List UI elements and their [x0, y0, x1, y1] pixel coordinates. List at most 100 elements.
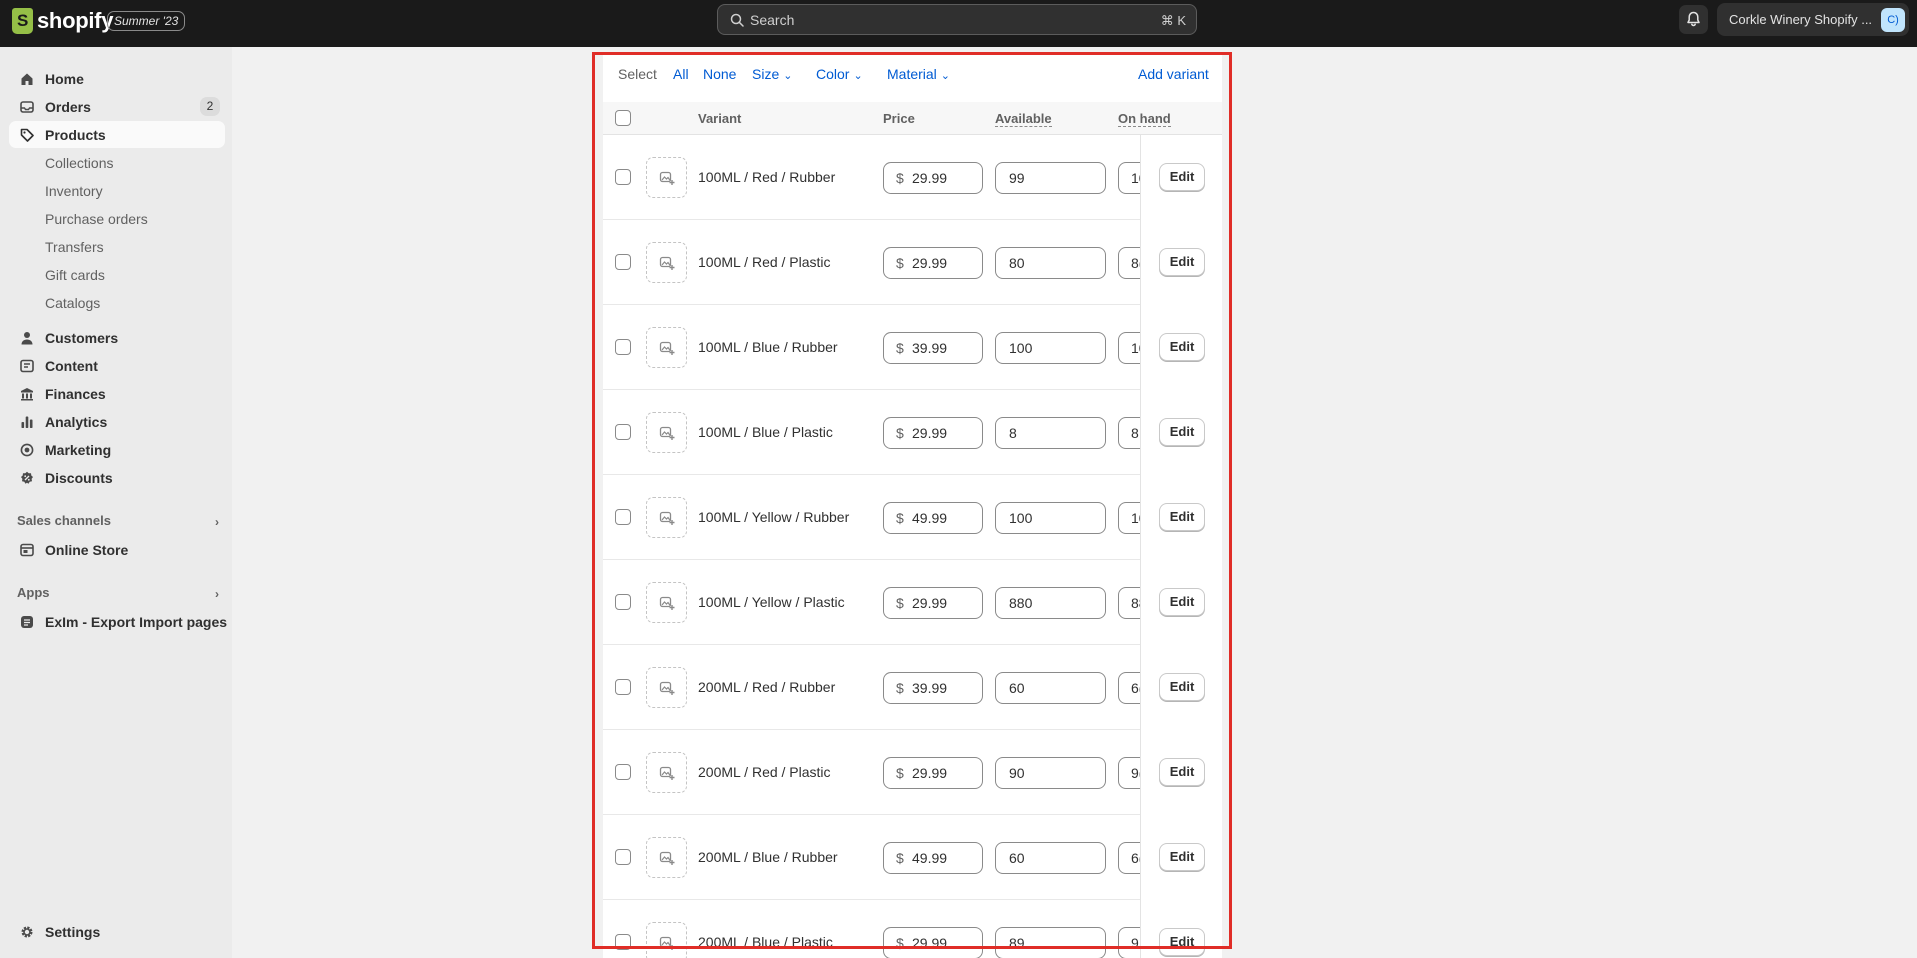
table-row[interactable]: 100ML / Blue / Rubber $39.99 100 10	[603, 305, 1222, 390]
edit-variant-button[interactable]: Edit	[1159, 418, 1205, 446]
table-row[interactable]: 200ML / Red / Plastic $29.99 90 9(	[603, 730, 1222, 815]
sidebar-item-gift-cards[interactable]: Gift cards	[9, 261, 225, 288]
edit-variant-button[interactable]: Edit	[1159, 333, 1205, 361]
variant-name[interactable]: 200ML / Blue / Plastic	[698, 934, 833, 950]
available-input[interactable]: 880	[995, 587, 1106, 619]
variant-name[interactable]: 100ML / Yellow / Plastic	[698, 594, 845, 610]
on-hand-input[interactable]: 8(	[1118, 247, 1140, 279]
variant-name[interactable]: 100ML / Red / Plastic	[698, 254, 831, 270]
edition-badge[interactable]: Summer '23	[107, 11, 186, 31]
edit-variant-button[interactable]: Edit	[1159, 758, 1205, 786]
store-menu-button[interactable]: Corkle Winery Shopify ... C)	[1717, 3, 1909, 36]
sidebar-item-inventory[interactable]: Inventory	[9, 177, 225, 204]
add-image-button[interactable]	[646, 667, 687, 708]
edit-variant-button[interactable]: Edit	[1159, 588, 1205, 616]
add-image-button[interactable]	[646, 582, 687, 623]
row-checkbox[interactable]	[615, 849, 631, 865]
price-input[interactable]: $49.99	[883, 502, 983, 534]
price-input[interactable]: $29.99	[883, 417, 983, 449]
variant-name[interactable]: 100ML / Red / Rubber	[698, 169, 835, 185]
sidebar-item-transfers[interactable]: Transfers	[9, 233, 225, 260]
price-input[interactable]: $29.99	[883, 247, 983, 279]
sidebar-item-purchase-orders[interactable]: Purchase orders	[9, 205, 225, 232]
select-none-button[interactable]: None	[703, 66, 736, 82]
edit-variant-button[interactable]: Edit	[1159, 503, 1205, 531]
available-input[interactable]: 100	[995, 332, 1106, 364]
sidebar-item-orders[interactable]: Orders 2	[9, 93, 225, 120]
search-bar[interactable]: Search ⌘ K	[717, 4, 1197, 35]
on-hand-input[interactable]: 88	[1118, 587, 1140, 619]
edit-variant-button[interactable]: Edit	[1159, 928, 1205, 956]
available-input[interactable]: 60	[995, 842, 1106, 874]
select-all-checkbox[interactable]	[615, 110, 631, 126]
available-input[interactable]: 80	[995, 247, 1106, 279]
table-row[interactable]: 100ML / Blue / Plastic $29.99 8 8	[603, 390, 1222, 475]
row-checkbox[interactable]	[615, 934, 631, 950]
add-variant-button[interactable]: Add variant	[1138, 66, 1209, 82]
add-image-button[interactable]	[646, 327, 687, 368]
table-row[interactable]: 200ML / Blue / Rubber $49.99 60 6(	[603, 815, 1222, 900]
size-filter-button[interactable]: Size ⌄	[752, 66, 792, 82]
sidebar-item-customers[interactable]: Customers	[9, 324, 225, 351]
row-checkbox[interactable]	[615, 424, 631, 440]
row-checkbox[interactable]	[615, 169, 631, 185]
available-input[interactable]: 100	[995, 502, 1106, 534]
available-input[interactable]: 60	[995, 672, 1106, 704]
on-hand-input[interactable]: 6(	[1118, 672, 1140, 704]
price-input[interactable]: $29.99	[883, 757, 983, 789]
available-input[interactable]: 89	[995, 927, 1106, 958]
price-input[interactable]: $49.99	[883, 842, 983, 874]
sales-channels-header[interactable]: Sales channels ›	[17, 512, 219, 532]
edit-variant-button[interactable]: Edit	[1159, 843, 1205, 871]
sidebar-item-home[interactable]: Home	[9, 65, 225, 92]
variant-name[interactable]: 200ML / Blue / Rubber	[698, 849, 838, 865]
sidebar-item-collections[interactable]: Collections	[9, 149, 225, 176]
sidebar-item-marketing[interactable]: Marketing	[9, 436, 225, 463]
edit-variant-button[interactable]: Edit	[1159, 248, 1205, 276]
on-hand-input[interactable]: 10	[1118, 332, 1140, 364]
column-available[interactable]: Available	[995, 111, 1052, 127]
sidebar-item-exim-app[interactable]: ExIm - Export Import pages	[9, 608, 227, 635]
table-row[interactable]: 100ML / Red / Plastic $29.99 80 8(	[603, 220, 1222, 305]
table-row[interactable]: 100ML / Yellow / Rubber $49.99 100 10	[603, 475, 1222, 560]
on-hand-input[interactable]: 6(	[1118, 842, 1140, 874]
on-hand-input[interactable]: 9(	[1118, 757, 1140, 789]
material-filter-button[interactable]: Material ⌄	[887, 66, 950, 82]
row-checkbox[interactable]	[615, 764, 631, 780]
sidebar-item-discounts[interactable]: Discounts	[9, 464, 225, 491]
notifications-button[interactable]	[1679, 5, 1708, 34]
available-input[interactable]: 90	[995, 757, 1106, 789]
variant-name[interactable]: 100ML / Blue / Plastic	[698, 424, 833, 440]
edit-variant-button[interactable]: Edit	[1159, 673, 1205, 701]
sidebar-item-content[interactable]: Content	[9, 352, 225, 379]
add-image-button[interactable]	[646, 412, 687, 453]
available-input[interactable]: 99	[995, 162, 1106, 194]
row-checkbox[interactable]	[615, 254, 631, 270]
price-input[interactable]: $39.99	[883, 332, 983, 364]
row-checkbox[interactable]	[615, 679, 631, 695]
add-image-button[interactable]	[646, 922, 687, 958]
variant-name[interactable]: 100ML / Yellow / Rubber	[698, 509, 849, 525]
sidebar-item-finances[interactable]: Finances	[9, 380, 225, 407]
price-input[interactable]: $29.99	[883, 927, 983, 958]
available-input[interactable]: 8	[995, 417, 1106, 449]
price-input[interactable]: $29.99	[883, 162, 983, 194]
price-input[interactable]: $29.99	[883, 587, 983, 619]
add-image-button[interactable]	[646, 242, 687, 283]
color-filter-button[interactable]: Color ⌄	[816, 66, 863, 82]
add-image-button[interactable]	[646, 497, 687, 538]
sidebar-item-online-store[interactable]: Online Store	[9, 536, 225, 563]
on-hand-input[interactable]: 8	[1118, 417, 1140, 449]
sidebar-item-catalogs[interactable]: Catalogs	[9, 289, 225, 316]
row-checkbox[interactable]	[615, 509, 631, 525]
table-row[interactable]: 100ML / Yellow / Plastic $29.99 880 88	[603, 560, 1222, 645]
variant-name[interactable]: 200ML / Red / Rubber	[698, 679, 835, 695]
row-checkbox[interactable]	[615, 339, 631, 355]
sidebar-item-settings[interactable]: Settings	[9, 918, 225, 945]
add-image-button[interactable]	[646, 157, 687, 198]
add-image-button[interactable]	[646, 837, 687, 878]
add-image-button[interactable]	[646, 752, 687, 793]
table-row[interactable]: 200ML / Red / Rubber $39.99 60 6(	[603, 645, 1222, 730]
variant-name[interactable]: 100ML / Blue / Rubber	[698, 339, 838, 355]
select-all-button[interactable]: All	[673, 66, 689, 82]
